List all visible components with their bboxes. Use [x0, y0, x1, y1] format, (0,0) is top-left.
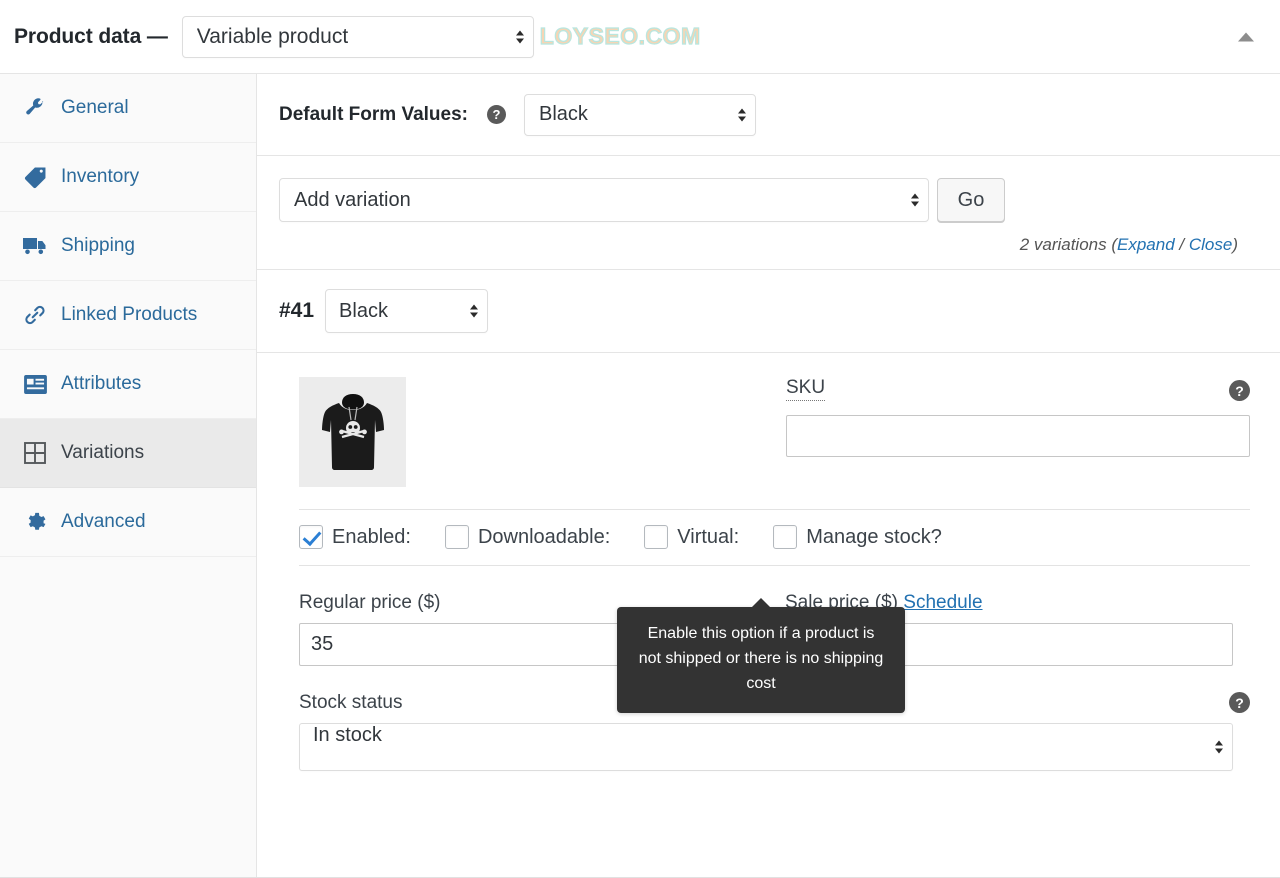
sidebar-item-inventory[interactable]: Inventory: [0, 143, 256, 212]
sidebar-item-label: Attributes: [61, 373, 142, 394]
tag-icon: [22, 166, 48, 188]
sidebar-item-variations[interactable]: Variations: [0, 419, 256, 488]
variation-count-text: 2 variations: [1019, 235, 1107, 254]
default-form-values-row: Default Form Values: ? Black: [257, 74, 1280, 156]
product-type-value: Variable product: [196, 24, 349, 48]
expand-link[interactable]: Expand: [1117, 235, 1175, 254]
wrench-icon: [22, 97, 48, 119]
truck-icon: [22, 235, 48, 257]
variation-id: #41: [279, 299, 315, 322]
question-mark-icon[interactable]: ?: [487, 105, 506, 124]
sidebar-item-attributes[interactable]: Attributes: [0, 350, 256, 419]
sku-block: SKU ?: [786, 377, 1250, 457]
link-separator: /: [1174, 235, 1189, 254]
sidebar-item-label: Inventory: [61, 166, 140, 187]
panel-header: Product data — Variable product LOYSEO.C…: [0, 0, 1280, 74]
checkbox-label: Virtual:: [677, 525, 740, 548]
grid-icon: [22, 442, 48, 464]
variation-attribute-select[interactable]: Black: [325, 289, 489, 333]
default-attribute-value: Black: [539, 103, 588, 125]
hoodie-image: [316, 384, 389, 480]
question-mark-icon[interactable]: ?: [1229, 692, 1250, 713]
sku-label: SKU: [786, 377, 826, 401]
chevron-updown-icon: [911, 193, 919, 207]
question-mark-icon[interactable]: ?: [1229, 380, 1250, 401]
product-type-select-wrap: Variable product: [181, 15, 534, 58]
chevron-updown-icon: [515, 30, 524, 43]
chevron-updown-icon: [738, 108, 746, 121]
page-title: Product data —: [14, 24, 168, 48]
checkbox-label: Manage stock?: [806, 525, 942, 548]
gear-icon: [22, 511, 48, 533]
variation-attribute-value: Black: [339, 299, 388, 322]
product-data-tabs: General Inventory Shipping Linked Produc…: [0, 74, 257, 877]
sku-input[interactable]: [786, 415, 1250, 457]
virtual-checkbox[interactable]: Virtual:: [644, 525, 739, 549]
chevron-updown-icon: [470, 304, 479, 318]
add-variation-select[interactable]: Add variation: [279, 178, 929, 222]
checkbox-box[interactable]: [299, 525, 323, 549]
sidebar-item-label: Linked Products: [61, 304, 198, 325]
checkbox-box[interactable]: [773, 525, 798, 549]
loyseo-watermark: LOYSEO.COM: [539, 22, 701, 49]
stock-status-value: In stock: [313, 724, 382, 746]
variation-header-row: #41 Black: [257, 270, 1280, 353]
chevron-updown-icon: [1215, 740, 1223, 754]
close-paren: ): [1232, 235, 1238, 254]
add-variation-line: Add variation Go: [279, 178, 1258, 222]
default-form-values-label: Default Form Values:: [279, 103, 468, 125]
product-data-panel: Product data — Variable product LOYSEO.C…: [0, 0, 1280, 878]
stock-status-select[interactable]: In stock: [299, 723, 1233, 771]
checkbox-box[interactable]: [644, 525, 669, 549]
checkbox-label: Enabled:: [332, 525, 411, 548]
open-paren: (: [1106, 235, 1118, 254]
sidebar-item-label: Variations: [61, 442, 145, 463]
downloadable-checkbox[interactable]: Downloadable:: [444, 525, 611, 549]
variation-options-row: Enabled: Downloadable: Virtual: Manage s…: [299, 509, 1250, 566]
default-attribute-select[interactable]: Black: [524, 93, 756, 136]
sidebar-item-advanced[interactable]: Advanced: [0, 488, 256, 557]
virtual-option-tooltip: Enable this option if a product is not s…: [617, 597, 905, 714]
go-button[interactable]: Go: [937, 178, 1005, 222]
add-variation-row: Add variation Go 2 variations (Expand / …: [257, 156, 1280, 270]
variation-detail-top: SKU ?: [299, 377, 1250, 487]
sidebar-item-linked-products[interactable]: Linked Products: [0, 281, 256, 350]
checkbox-label: Downloadable:: [477, 525, 611, 548]
link-icon: [22, 304, 48, 326]
list-card-icon: [22, 373, 48, 395]
close-link[interactable]: Close: [1189, 235, 1232, 254]
enabled-checkbox[interactable]: Enabled:: [299, 525, 411, 549]
product-type-select[interactable]: Variable product: [181, 15, 534, 58]
variation-thumbnail[interactable]: [299, 377, 406, 487]
sidebar-item-general[interactable]: General: [0, 74, 256, 143]
add-variation-value: Add variation: [294, 188, 411, 211]
schedule-link[interactable]: Schedule: [903, 592, 982, 613]
manage-stock-checkbox[interactable]: Manage stock?: [773, 525, 942, 549]
sidebar-item-shipping[interactable]: Shipping: [0, 212, 256, 281]
sidebar-item-label: Advanced: [61, 511, 146, 532]
variations-content: Default Form Values: ? Black Add variati…: [257, 74, 1280, 877]
panel-body: General Inventory Shipping Linked Produc…: [0, 74, 1280, 877]
sidebar-item-label: General: [61, 97, 129, 118]
triangle-up-icon[interactable]: [1238, 32, 1254, 41]
variation-count: 2 variations (Expand / Close): [279, 235, 1258, 255]
sidebar-item-label: Shipping: [61, 235, 135, 256]
checkbox-box[interactable]: [444, 525, 469, 549]
